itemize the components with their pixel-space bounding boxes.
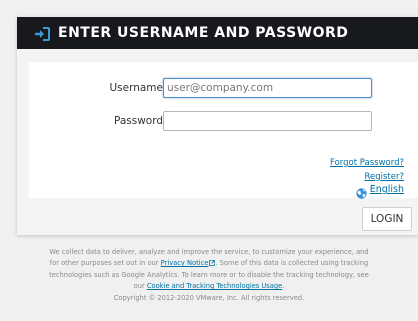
notice-line-2-end: . Some of this data is collected using t…	[215, 259, 369, 268]
cookie-usage-link[interactable]: Cookie and Tracking Technologies Usage	[147, 282, 282, 290]
username-label: Username	[109, 82, 163, 94]
language-label: English	[369, 184, 404, 195]
username-row: Username	[29, 78, 418, 100]
register-link[interactable]: Register?	[364, 172, 404, 182]
notice-line-4: our Cookie and Tracking Technologies Usa…	[0, 281, 418, 292]
password-input[interactable]	[163, 111, 372, 131]
privacy-notice-link-text: Privacy Notice	[160, 259, 209, 268]
notice-line-3: technologies such as Google Analytics. T…	[49, 270, 369, 279]
notice-line-2: for other purposes set out in our Privac…	[0, 258, 418, 269]
notice-line-1: We collect data to deliver, analyze and …	[49, 248, 369, 256]
notice-line-2-start: for other purposes set out in our	[49, 259, 161, 268]
language-selector[interactable]: English	[355, 184, 404, 199]
privacy-notice: We collect data to deliver, analyze and …	[0, 247, 418, 304]
password-row: Password	[29, 111, 418, 133]
forgot-password-link[interactable]: Forgot Password?	[330, 158, 404, 168]
login-button[interactable]: LOGIN	[362, 207, 412, 231]
dialog-header: ENTER USERNAME AND PASSWORD	[17, 17, 418, 49]
notice-line-4-start: our	[133, 282, 147, 291]
dialog-title: ENTER USERNAME AND PASSWORD	[58, 25, 349, 41]
globe-icon	[355, 184, 367, 199]
login-form: Username Password Forgot Password? Regis…	[29, 62, 418, 199]
privacy-notice-link[interactable]: Privacy Notice	[161, 259, 209, 267]
login-arrow-icon	[34, 26, 50, 41]
login-dialog: ENTER USERNAME AND PASSWORD Username Pas…	[17, 17, 418, 235]
password-label: Password	[113, 115, 163, 127]
notice-line-4-end: .	[282, 282, 285, 291]
copyright-text: Copyright © 2012-2020 VMware, Inc. All r…	[113, 293, 305, 302]
username-input[interactable]	[163, 78, 372, 98]
